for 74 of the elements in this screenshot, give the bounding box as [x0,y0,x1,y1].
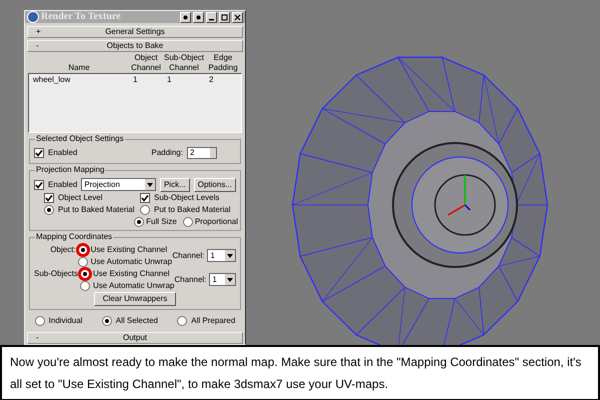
checkbox[interactable] [140,192,150,202]
radio-button[interactable] [80,280,90,290]
table-cell-text: 1 [166,75,172,85]
radio-label: Use Existing Channel [90,244,168,255]
mapping-label: Sub-Objects: [34,268,80,279]
rollout-toggle: - [36,332,39,344]
rollout-toggle: + [36,26,41,38]
channel-label: Channel: [174,274,206,285]
app-logo-icon [27,11,39,23]
radio-button[interactable] [134,216,144,226]
radio-button[interactable] [177,316,188,326]
radio-label: Full Size [146,216,177,227]
radio-button[interactable] [80,268,90,278]
radio-label: Use Automatic Unwrap [93,280,174,291]
radio-label: Use Existing Channel [93,268,170,279]
pin-button[interactable] [180,12,191,22]
column-header: Sub-Object Channel [163,53,205,73]
checkbox-label: Object Level [58,192,102,203]
radio-label: All Selected [116,315,158,327]
checkbox[interactable] [44,192,54,202]
radio-label: Put to Baked Material [58,204,134,215]
clear-unwrappers-button[interactable]: Clear Unwrappers [94,292,176,306]
group-title: Mapping Coordinates [35,232,114,242]
maximize-icon [221,14,228,20]
checkbox-label: Sub-Object Levels [154,192,220,203]
radio-button[interactable] [44,204,54,214]
channel-dropdown[interactable]: 1 [209,273,236,286]
caption-text: Now you're almost ready to make the normal map. Make sure that in the "Mapping Coordinates" section, it's all set to "Use Existing Channel", to make 3dsmax7 use your UV-maps. [10,354,582,393]
table-cell-text: wheel_low [32,75,72,85]
checkbox[interactable] [34,148,44,158]
checkbox-label: Enabled [48,147,78,159]
radio-label: Individual [48,315,82,327]
window-title: Render To Texture [41,11,122,23]
group-title: Selected Object Settings [35,134,125,144]
radio-button[interactable] [34,316,45,326]
padding-spinner[interactable]: 2 [186,147,217,159]
column-header: Object Channel [130,53,162,73]
dot-icon [182,14,189,20]
dot-icon [195,14,202,20]
rollout-header[interactable]: - Objects to Bake [27,40,243,52]
restore-button[interactable] [193,12,204,22]
radio-label: Put to Baked Material [154,204,230,215]
radio-button[interactable] [102,316,112,326]
minimize-button[interactable] [206,12,217,22]
mapping-label: Object: [49,244,77,255]
group-title: Projection Mapping [35,165,106,175]
projection-dropdown[interactable]: Projection [81,178,156,191]
channel-dropdown[interactable]: 1 [207,249,236,262]
rollout-header[interactable]: + General Settings [27,26,243,38]
rollout-header[interactable]: - Output [27,332,243,344]
close-button[interactable] [232,12,243,22]
rollout-toggle: - [36,40,39,52]
checkbox[interactable] [34,180,44,190]
radio-label: All Prepared [191,315,236,327]
radio-button[interactable] [78,244,88,254]
rollout-title: Output [122,333,147,343]
column-header: Name [67,62,91,73]
column-header: Edge Padding [207,53,239,73]
table-cell-text: 2 [208,75,214,85]
padding-label: Padding: [151,147,183,159]
options-button[interactable]: Options... [194,178,236,192]
radio-button[interactable] [140,204,150,214]
radio-button[interactable] [182,216,193,226]
radio-label: Use Automatic Unwrap [90,256,172,267]
close-icon [234,14,241,20]
radio-label: Proportional [194,216,238,227]
maximize-button[interactable] [219,12,230,22]
pick-button[interactable]: Pick... [160,178,190,192]
checkbox-label: Enabled [48,178,78,190]
radio-button[interactable] [78,256,88,266]
channel-label: Channel: [172,250,204,261]
table-cell-text: 1 [132,75,138,85]
rollout-title: General Settings [105,27,165,37]
rollout-title: Objects to Bake [106,41,164,51]
